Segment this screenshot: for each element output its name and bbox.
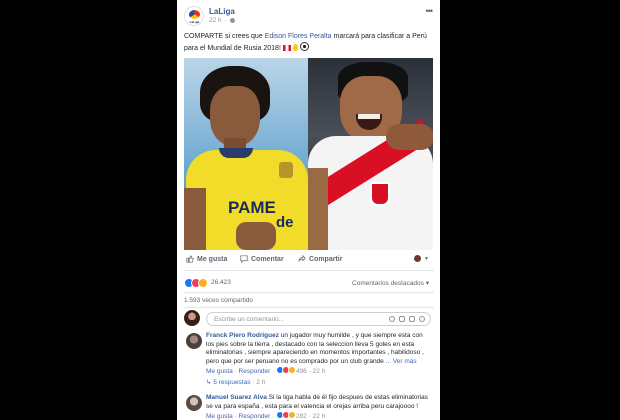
commenter-name[interactable]: Franck Piero Rodriguez (206, 332, 279, 339)
photo-right-player (308, 58, 433, 250)
comment-like-link[interactable]: Me gusta (206, 413, 233, 420)
post-header: LaLiga LaLiga 22 h · ••• (184, 6, 434, 28)
laliga-logo[interactable]: LaLiga (184, 6, 204, 26)
share-button[interactable]: Compartir (298, 255, 342, 263)
like-label: Me gusta (197, 255, 228, 263)
reactions-bar: 26.423 Comentarios destacados ▾ (184, 277, 434, 289)
camera-icon[interactable] (399, 316, 405, 322)
sticker-icon[interactable] (419, 316, 425, 322)
divider (184, 307, 434, 308)
photo-left-player: PAME de (184, 58, 308, 250)
comment-input[interactable]: Escribe un comentario... (206, 312, 431, 326)
comment-reaction-count[interactable]: 496 (296, 368, 307, 375)
page-name[interactable]: LaLiga (209, 7, 235, 16)
reaction-icons[interactable] (184, 278, 208, 288)
comment-meta: Me gusta · Responder · 496 · 22 h (206, 366, 326, 375)
haha-reaction-icon (288, 366, 297, 374)
comment-body: Franck Piero Rodriguez un jugador muy hu… (206, 332, 431, 377)
comment-time[interactable]: 22 h (313, 413, 326, 420)
comment-label: Comentar (251, 255, 284, 263)
user-avatar (184, 310, 200, 326)
emoji-icon[interactable] (389, 316, 395, 322)
comment-time[interactable]: 22 h (313, 368, 326, 375)
post-as-selector[interactable]: ▼ (414, 255, 429, 262)
haha-reaction-icon (288, 411, 297, 419)
globe-icon (229, 18, 235, 23)
caret-down-icon: ▾ (425, 280, 429, 287)
more-options-icon[interactable]: ••• (426, 6, 434, 16)
soccer-ball-emoji (299, 42, 309, 51)
comment-reply-link[interactable]: Responder (239, 413, 271, 420)
comment-item: Franck Piero Rodriguez un jugador muy hu… (184, 332, 434, 378)
comment-reaction-count[interactable]: 282 (296, 413, 307, 420)
comment-reply-link[interactable]: Responder (239, 368, 271, 375)
like-button[interactable]: Me gusta (186, 255, 227, 263)
gif-icon[interactable] (409, 316, 415, 322)
divider (184, 292, 434, 293)
comment-composer: Escribe un comentario... (184, 310, 434, 328)
laliga-logo-text: LaLiga (189, 20, 200, 24)
thumbs-up-icon (186, 255, 194, 263)
post-actions: Me gusta Comentar Compartir ▼ (184, 253, 434, 267)
comment-like-link[interactable]: Me gusta (206, 368, 233, 375)
comment-body: Manuel Suarez Alva Si la liga habla de é… (206, 394, 431, 420)
composer-icons (389, 316, 425, 322)
replies-time: 2 h (256, 379, 266, 386)
commenter-avatar[interactable] (186, 333, 202, 349)
haha-reaction-icon (198, 278, 208, 288)
post-text: COMPARTE si crees que Edison Flores Pera… (184, 33, 427, 52)
commenter-avatar[interactable] (186, 395, 202, 411)
laliga-logo-mark (189, 10, 200, 19)
view-replies-link[interactable]: ↳ 5 respuestas · 2 h (206, 378, 265, 386)
comment-item: Manuel Suarez Alva Si la liga habla de é… (184, 394, 434, 420)
comment-icon (240, 255, 248, 263)
chevron-down-icon: ▼ (424, 255, 429, 262)
divider (184, 270, 434, 271)
share-count[interactable]: 1.593 veces compartido (184, 297, 253, 304)
shirt-sponsor-text: PAME (228, 198, 276, 217)
user-avatar-small (414, 255, 421, 262)
comment-sort-dropdown[interactable]: Comentarios destacados ▾ (352, 279, 429, 287)
post-time[interactable]: 22 h (209, 17, 222, 24)
post-card: LaLiga LaLiga 22 h · ••• COMPARTE si cre… (177, 0, 440, 420)
reply-arrow-icon: ↳ (206, 379, 212, 386)
fire-emoji (292, 44, 298, 51)
reaction-count[interactable]: 26.423 (211, 279, 231, 286)
share-label: Compartir (309, 255, 343, 263)
post-photo[interactable]: PAME de (184, 58, 433, 250)
shirt-sponsor-text-2: de (276, 214, 294, 231)
comment-button[interactable]: Comentar (240, 255, 284, 263)
comment-meta: Me gusta · Responder · 282 · 22 h (206, 411, 326, 420)
share-icon (298, 255, 306, 262)
commenter-name[interactable]: Manuel Suarez Alva (206, 394, 267, 401)
peru-flag-emoji (282, 45, 291, 51)
see-more-link[interactable]: ... Ver más (386, 358, 417, 365)
post-meta: 22 h · (209, 17, 235, 24)
mention-link[interactable]: Edison Flores Peralta (265, 33, 332, 40)
